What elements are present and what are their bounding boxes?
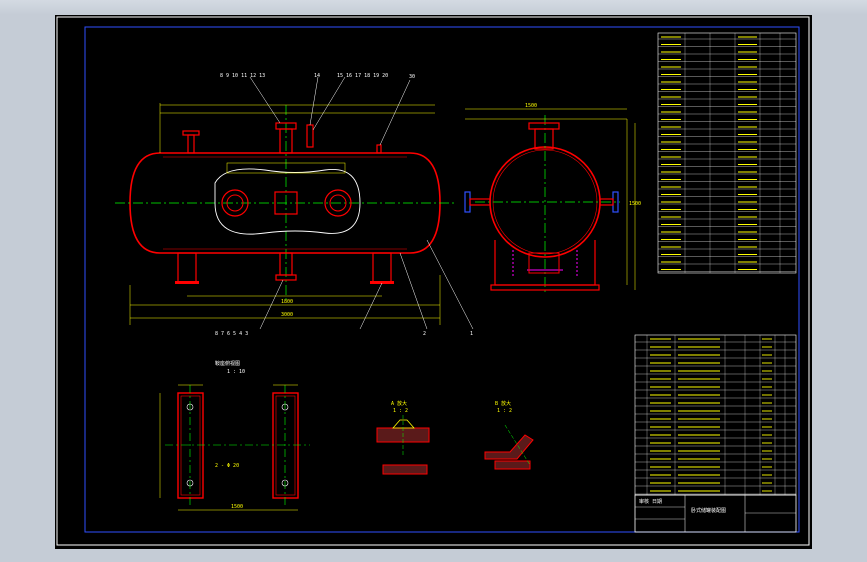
- detail-b-title: B 放大: [495, 400, 511, 407]
- drawing-title: 卧式储罐装配图: [691, 507, 726, 514]
- balloon-b2: 1: [470, 331, 473, 337]
- cad-drawing-canvas[interactable]: 1800 3000 8 9 10 11 12 13 14 15 16 17 18…: [55, 15, 812, 549]
- saddle-scale: 1 : 10: [227, 369, 245, 375]
- saddle-width-dim: 1500: [231, 504, 243, 510]
- balloon-top-far: 30: [409, 74, 415, 80]
- saddle-plan-view: 鞍座俯视图 1 : 10 1500 2 - Φ 20: [159, 360, 310, 511]
- detail-b-scale: 1 : 2: [497, 408, 512, 414]
- title-block: 卧式储罐装配图 审核 日期: [634, 494, 797, 533]
- balloon-b1: 2: [423, 331, 426, 337]
- side-width-dim: 1500: [525, 103, 537, 109]
- right-support: [372, 252, 392, 284]
- support-span-dim: 1800: [281, 299, 293, 305]
- parts-list-table: [634, 334, 797, 496]
- side-height-dim: 1500: [629, 201, 641, 207]
- detail-a-title: A 放大: [391, 400, 407, 407]
- front-view: 1800 3000 8 9 10 11 12 13 14 15 16 17 18…: [115, 73, 474, 337]
- table-grid-lines: [635, 33, 796, 495]
- window-outline: [214, 168, 361, 235]
- side-view: 1500 1500: [464, 103, 641, 295]
- detail-a-scale: 1 : 2: [393, 408, 408, 414]
- detail-b: B 放大 1 : 2: [484, 400, 534, 470]
- saddle-title: 鞍座俯视图: [215, 360, 240, 367]
- title-block-sub: 审核 日期: [639, 498, 662, 505]
- balloons-bottom: 8 7 6 5 4 3: [215, 331, 248, 337]
- balloon-top-mid: 14: [314, 73, 320, 79]
- balloons-top-right: 15 16 17 18 19 20: [337, 73, 388, 79]
- detail-a: A 放大 1 : 2: [376, 400, 430, 475]
- app-chrome-top: [0, 0, 867, 15]
- sheet-border: [56, 16, 810, 546]
- total-length-dim: 3000: [281, 312, 293, 318]
- left-support: [177, 252, 197, 284]
- drawing-frame: [84, 26, 800, 533]
- saddle-hole-dim: 2 - Φ 20: [215, 463, 239, 469]
- cad-drawing: 1800 3000 8 9 10 11 12 13 14 15 16 17 18…: [56, 16, 810, 546]
- balloons-top-left: 8 9 10 11 12 13: [220, 73, 265, 79]
